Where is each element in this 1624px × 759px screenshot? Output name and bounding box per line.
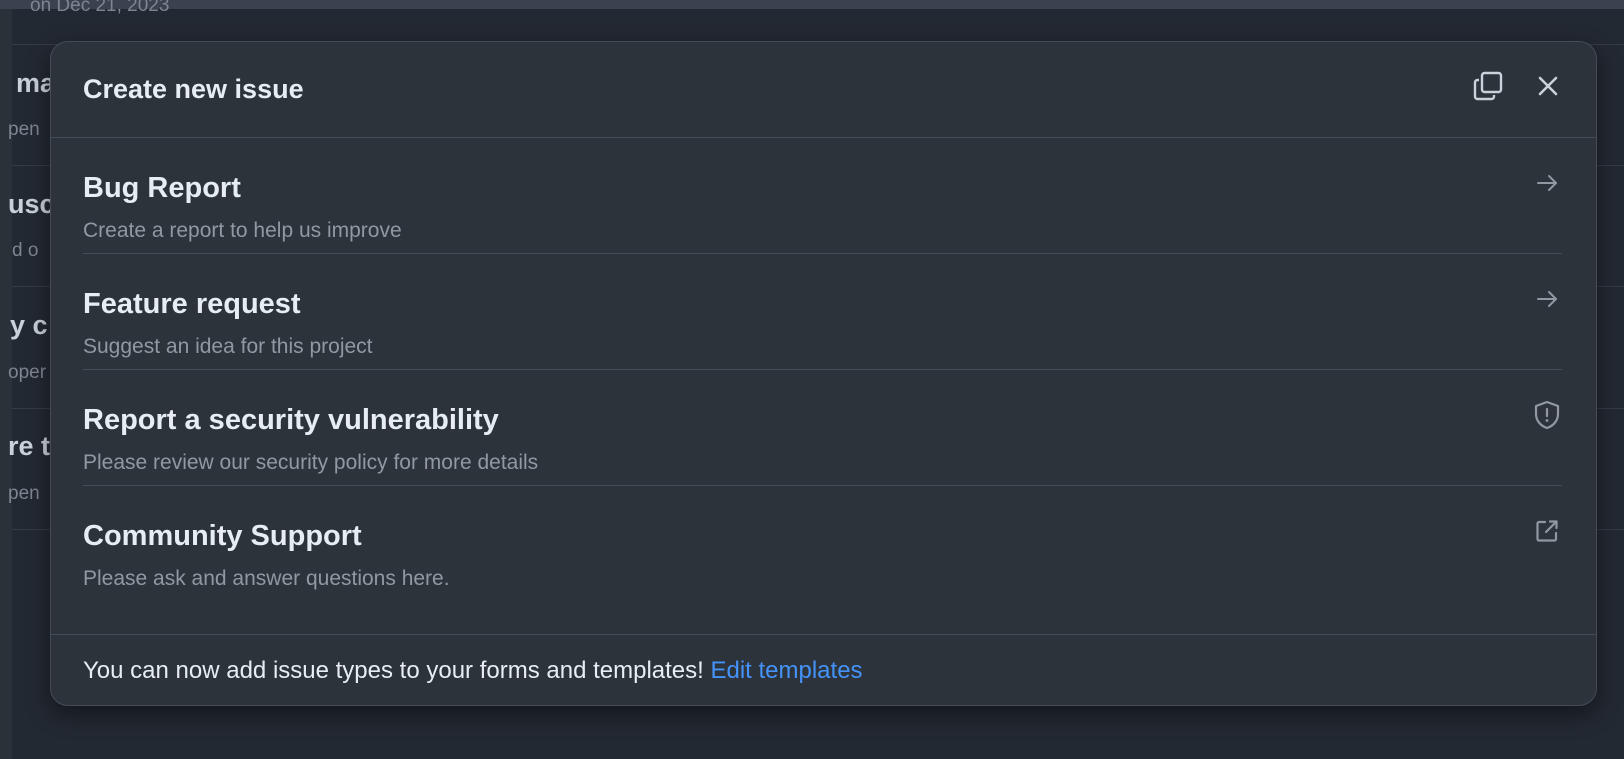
background-row-sub: d o (12, 240, 39, 261)
background-timestamp: on Dec 21, 2023 (30, 0, 170, 16)
create-issue-dialog: Create new issue Bug Report Create a rep… (50, 41, 1597, 706)
arrow-right-icon (1532, 284, 1562, 314)
footer-message: You can now add issue types to your form… (83, 657, 863, 685)
template-item-feature-request[interactable]: Feature request Suggest an idea for this… (83, 254, 1562, 370)
background-row-title: usc (8, 189, 55, 219)
template-description: Suggest an idea for this project (83, 335, 373, 358)
close-button[interactable] (1528, 68, 1568, 108)
template-description: Create a report to help us improve (83, 219, 402, 242)
template-item-bug-report[interactable]: Bug Report Create a report to help us im… (83, 138, 1562, 254)
template-title: Report a security vulnerability (83, 404, 499, 436)
background-row-title: y c (10, 310, 48, 340)
external-link-icon (1532, 516, 1562, 546)
dialog-header: Create new issue (51, 42, 1596, 138)
template-title: Bug Report (83, 172, 241, 204)
shield-alert-icon (1532, 400, 1562, 430)
background-row-sub: pen (8, 483, 40, 504)
template-item-community-support[interactable]: Community Support Please ask and answer … (83, 486, 1562, 602)
template-title: Community Support (83, 520, 362, 552)
dialog-footer: You can now add issue types to your form… (51, 634, 1596, 707)
copy-icon (1472, 70, 1504, 107)
top-bar (0, 0, 1624, 9)
template-description: Please ask and answer questions here. (83, 567, 450, 590)
dialog-title: Create new issue (83, 74, 304, 104)
background-row-title: re t (8, 431, 51, 461)
template-description: Please review our security policy for mo… (83, 451, 539, 474)
footer-text: You can now add issue types to your form… (83, 657, 711, 684)
close-icon (1537, 75, 1559, 102)
background-row-sub: pen (8, 119, 40, 140)
issue-template-list: Bug Report Create a report to help us im… (83, 138, 1562, 602)
background-row-sub: oper (8, 362, 47, 383)
copy-button[interactable] (1468, 68, 1508, 108)
edit-templates-link[interactable]: Edit templates (710, 657, 862, 684)
template-title: Feature request (83, 288, 301, 320)
arrow-right-icon (1532, 168, 1562, 198)
template-item-security-vulnerability[interactable]: Report a security vulnerability Please r… (83, 370, 1562, 486)
